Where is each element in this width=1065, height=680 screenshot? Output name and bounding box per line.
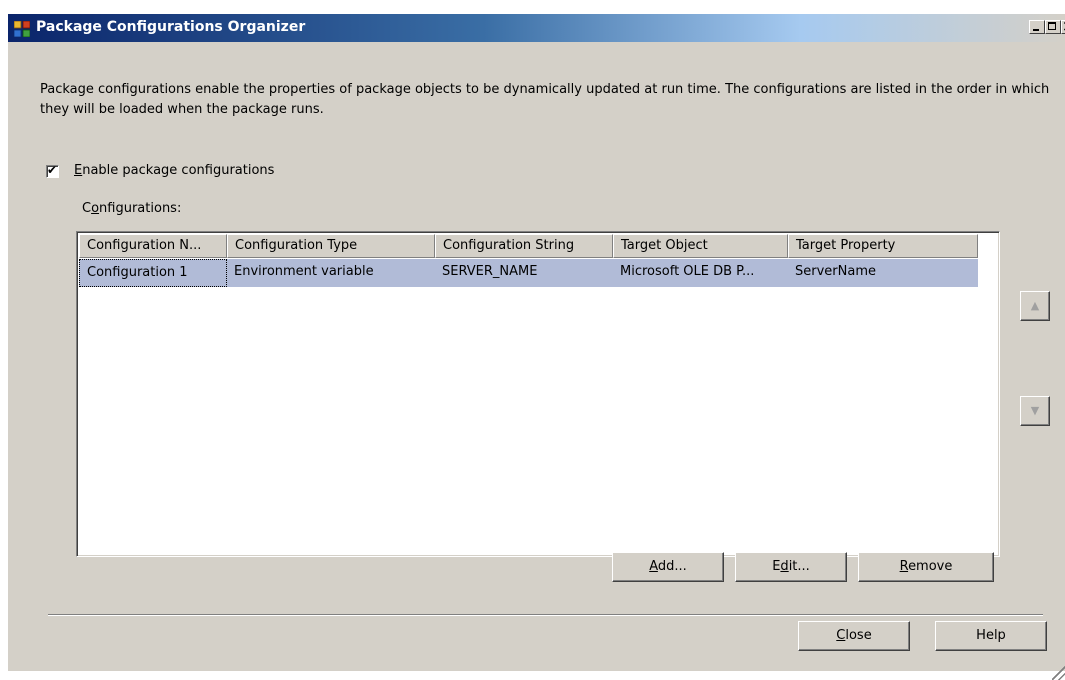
configurations-list[interactable]: Configuration N... Configuration Type Co… — [76, 231, 1000, 557]
close-button[interactable]: Close — [798, 621, 910, 651]
remove-button[interactable]: Remove — [858, 552, 994, 582]
cell-configuration-string[interactable]: SERVER_NAME — [435, 259, 613, 287]
enable-configurations-checkbox[interactable] — [46, 163, 59, 178]
cell-configuration-type[interactable]: Environment variable — [227, 259, 435, 287]
app-icon — [14, 21, 30, 37]
cell-target-property[interactable]: ServerName — [788, 259, 978, 287]
minimize-button[interactable] — [1029, 20, 1045, 34]
separator — [48, 614, 1043, 616]
package-configurations-window: Package Configurations Organizer Package… — [8, 14, 1065, 680]
move-down-button[interactable]: ▼ — [1020, 396, 1050, 426]
arrow-up-icon: ▲ — [1030, 299, 1040, 312]
edit-button[interactable]: Edit... — [735, 552, 847, 582]
arrow-down-icon: ▼ — [1030, 404, 1040, 417]
enable-configurations-label[interactable]: Enable package configurations — [74, 163, 274, 178]
column-header-configuration-string[interactable]: Configuration String — [435, 234, 613, 258]
help-button[interactable]: Help — [935, 621, 1047, 651]
column-header-target-object[interactable]: Target Object — [613, 234, 788, 258]
cell-configuration-name[interactable]: Configuration 1 — [79, 259, 227, 287]
list-header: Configuration N... Configuration Type Co… — [79, 234, 979, 258]
cell-target-object[interactable]: Microsoft OLE DB P... — [613, 259, 788, 287]
column-header-target-property[interactable]: Target Property — [788, 234, 978, 258]
resize-grip[interactable] — [1052, 666, 1065, 680]
close-window-button[interactable] — [1061, 17, 1065, 35]
column-header-configuration-type[interactable]: Configuration Type — [227, 234, 435, 258]
table-row[interactable]: Configuration 1 Environment variable SER… — [79, 259, 978, 287]
move-up-button[interactable]: ▲ — [1020, 291, 1050, 321]
add-button[interactable]: Add... — [612, 552, 724, 582]
configurations-label: Configurations: — [82, 201, 182, 216]
window-title: Package Configurations Organizer — [36, 19, 306, 35]
maximize-button[interactable] — [1045, 20, 1061, 34]
column-header-configuration-name[interactable]: Configuration N... — [79, 234, 227, 258]
title-bar[interactable]: Package Configurations Organizer — [8, 14, 1065, 42]
description-text: Package configurations enable the proper… — [40, 82, 1050, 117]
